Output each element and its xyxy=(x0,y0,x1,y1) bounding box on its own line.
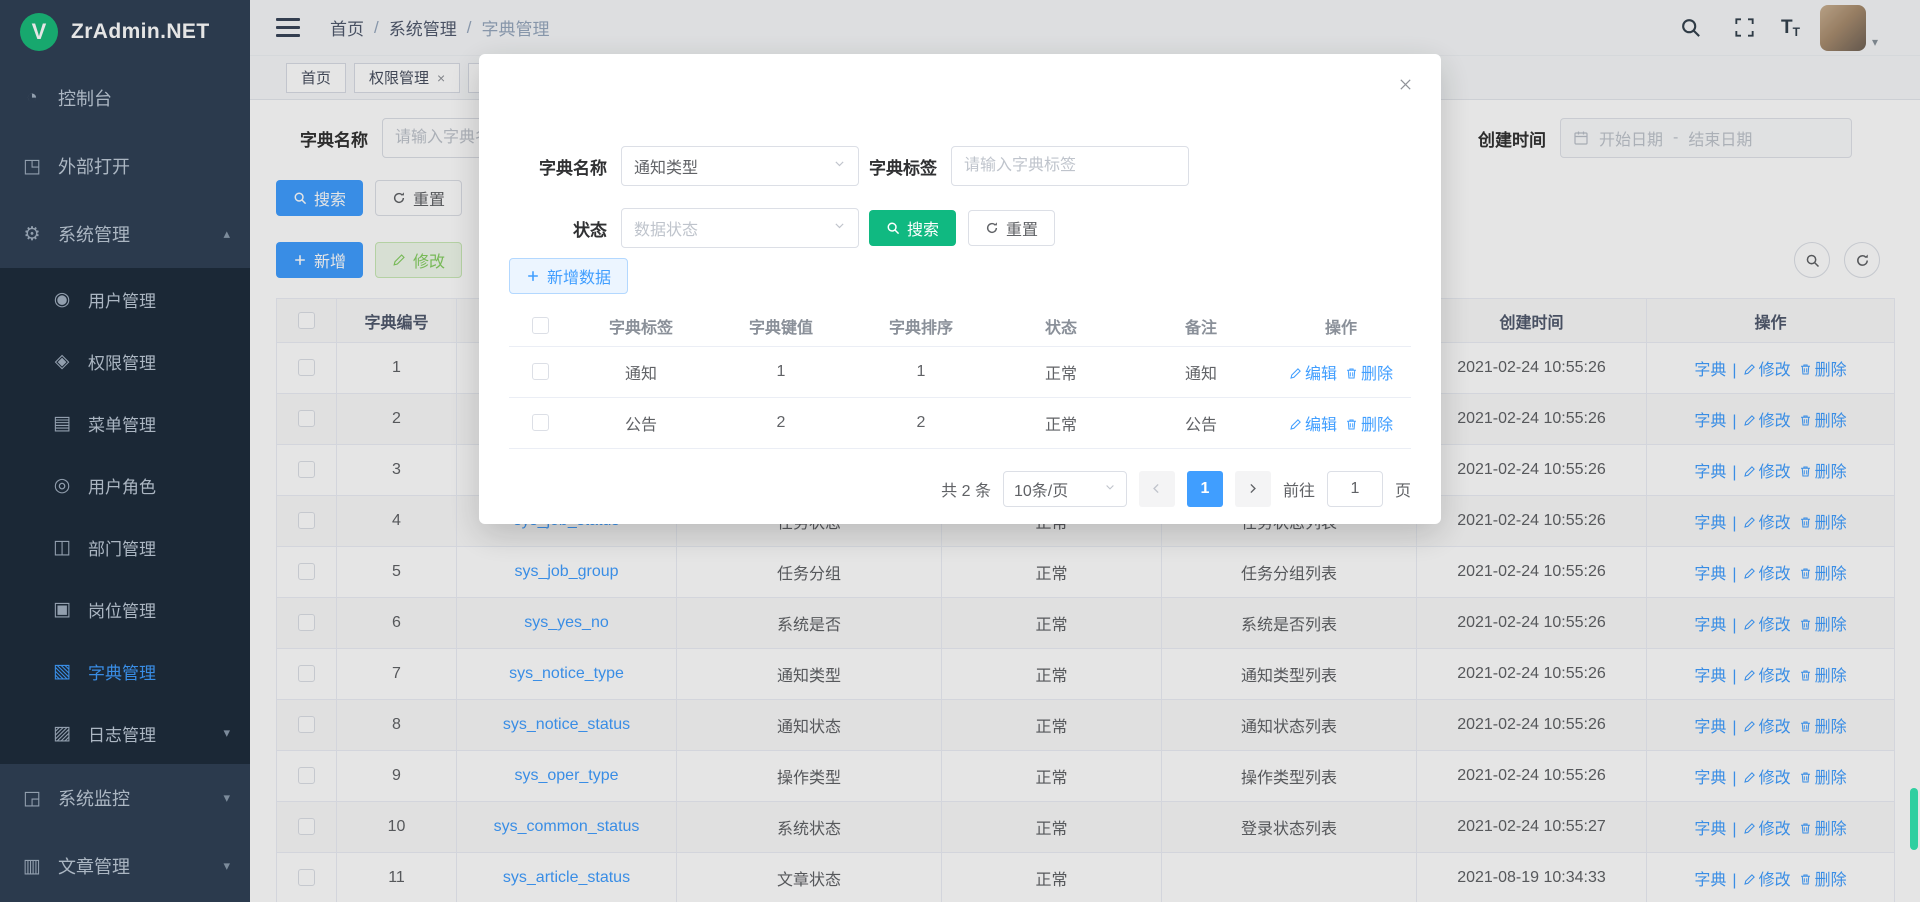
cell-dict-value: 2 xyxy=(711,397,851,448)
cell-dict-label: 通知 xyxy=(571,346,711,397)
next-page-button[interactable] xyxy=(1235,471,1271,507)
dialog-dict-data-table: 字典标签字典键值字典排序状态备注操作 通知11正常通知编辑删除公告22正常公告编… xyxy=(509,306,1411,449)
chevron-down-icon xyxy=(833,219,846,237)
cell-status: 正常 xyxy=(991,397,1131,448)
dialog-form-row-2: 状态 数据状态 搜索 重置 xyxy=(509,208,1411,248)
column-header: 字典标签 xyxy=(571,306,711,346)
arrow-right-icon xyxy=(1246,482,1259,495)
status-select[interactable]: 数据状态 xyxy=(621,208,859,248)
row-delete-link[interactable]: 删除 xyxy=(1345,366,1393,383)
cell-remark: 公告 xyxy=(1131,397,1271,448)
dict-name-select[interactable]: 通知类型 xyxy=(621,146,859,186)
dialog-filter-actions: 搜索 重置 xyxy=(869,210,1055,246)
search-icon xyxy=(886,221,900,235)
goto-unit-label: 页 xyxy=(1395,477,1411,501)
dialog-table-body: 通知11正常通知编辑删除公告22正常公告编辑删除 xyxy=(509,346,1411,448)
dialog-reset-button[interactable]: 重置 xyxy=(968,210,1055,246)
cell-dict-value: 1 xyxy=(711,346,851,397)
cell-dict-sort: 1 xyxy=(851,346,991,397)
cell-dict-label: 公告 xyxy=(571,397,711,448)
chevron-down-icon xyxy=(1104,480,1116,498)
cell-status: 正常 xyxy=(991,346,1131,397)
row-edit-link[interactable]: 编辑 xyxy=(1289,417,1337,434)
cell-remark: 通知 xyxy=(1131,346,1271,397)
table-row: 公告22正常公告编辑删除 xyxy=(509,397,1411,448)
goto-label: 前往 xyxy=(1283,477,1315,501)
dialog-dict-label-label: 字典标签 xyxy=(859,154,951,179)
column-header: 状态 xyxy=(991,306,1131,346)
add-data-button[interactable]: 新增数据 xyxy=(509,258,628,294)
prev-page-button[interactable] xyxy=(1139,471,1175,507)
column-header: 操作 xyxy=(1271,306,1411,346)
column-header: 字典键值 xyxy=(711,306,851,346)
arrow-left-icon xyxy=(1150,482,1163,495)
scrollbar-thumb[interactable] xyxy=(1910,788,1918,850)
goto-page-input[interactable] xyxy=(1327,471,1383,507)
column-header: 备注 xyxy=(1131,306,1271,346)
column-header: 字典排序 xyxy=(851,306,991,346)
row-delete-link[interactable]: 删除 xyxy=(1345,417,1393,434)
row-checkbox[interactable] xyxy=(532,414,549,431)
cell-operations: 编辑删除 xyxy=(1271,397,1411,448)
close-icon[interactable] xyxy=(1395,74,1415,94)
pagination-total: 共 2 条 xyxy=(941,477,991,501)
row-checkbox[interactable] xyxy=(532,363,549,380)
status-select-placeholder: 数据状态 xyxy=(634,216,698,240)
plus-icon xyxy=(526,269,540,283)
dialog-pagination: 共 2 条 10条/页 1 前往 页 xyxy=(509,471,1411,507)
modal-overlay: 字典名称 通知类型 字典标签 状态 数据状态 xyxy=(0,0,1920,902)
row-edit-link[interactable]: 编辑 xyxy=(1289,366,1337,383)
dialog-filter-form: 字典名称 通知类型 字典标签 状态 数据状态 xyxy=(509,54,1411,248)
page-size-value: 10条/页 xyxy=(1014,477,1068,501)
dict-label-input[interactable] xyxy=(951,146,1189,186)
dialog-form-row-1: 字典名称 通知类型 字典标签 xyxy=(509,146,1411,186)
dialog-search-button[interactable]: 搜索 xyxy=(869,210,956,246)
page-size-select[interactable]: 10条/页 xyxy=(1003,471,1127,507)
cell-dict-sort: 2 xyxy=(851,397,991,448)
page-number-button[interactable]: 1 xyxy=(1187,471,1223,507)
cell-operations: 编辑删除 xyxy=(1271,346,1411,397)
dialog-status-label: 状态 xyxy=(509,216,621,241)
table-row: 通知11正常通知编辑删除 xyxy=(509,346,1411,397)
select-all-checkbox[interactable] xyxy=(532,317,549,334)
dict-data-dialog: 字典名称 通知类型 字典标签 状态 数据状态 xyxy=(479,54,1441,524)
chevron-down-icon xyxy=(833,157,846,175)
dict-name-select-value: 通知类型 xyxy=(634,154,698,178)
dialog-table-header: 字典标签字典键值字典排序状态备注操作 xyxy=(509,306,1411,346)
dialog-dict-name-label: 字典名称 xyxy=(509,154,621,179)
refresh-icon xyxy=(985,221,999,235)
